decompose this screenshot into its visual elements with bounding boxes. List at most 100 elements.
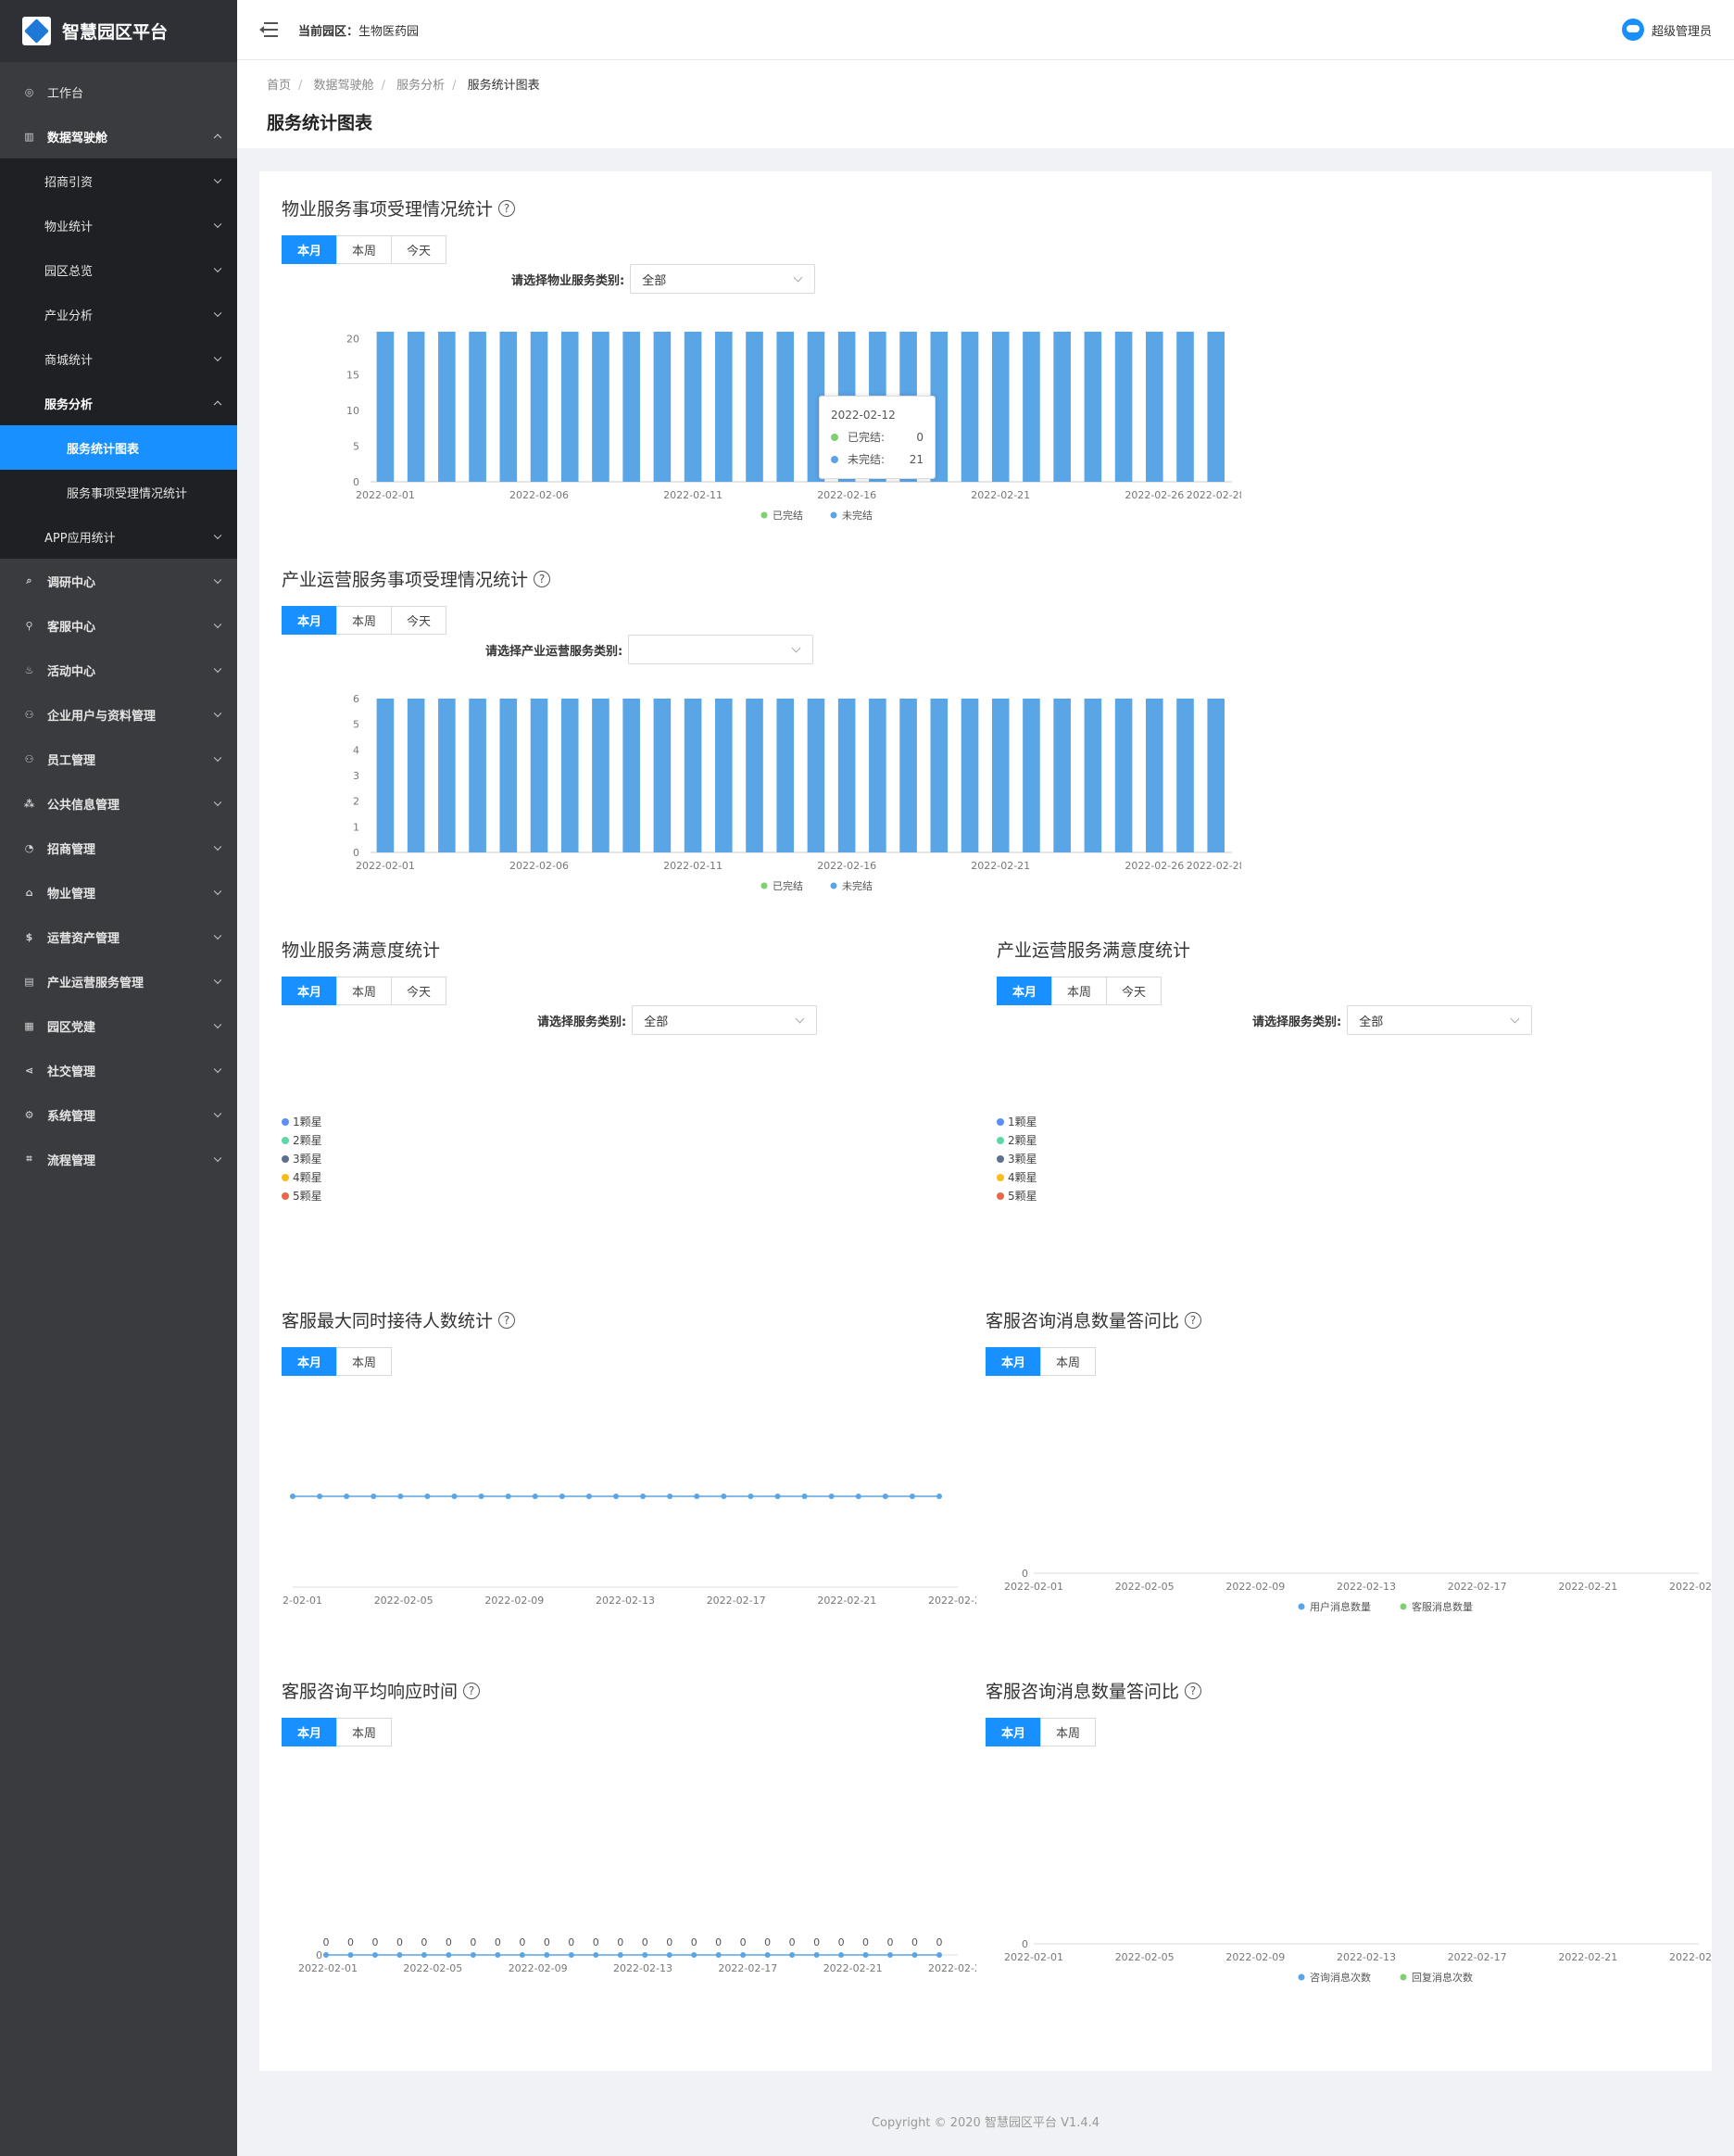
tab-this-month[interactable]: 本月 [282,1347,337,1376]
y-tick-label: 1 [353,821,359,833]
category-filter: 请选择服务类别: 全部 [537,1005,818,1035]
sidebar-item-public-info[interactable]: ⁂ 公共信息管理 [0,781,237,826]
bar [1207,332,1225,482]
tab-this-week[interactable]: 本周 [1051,977,1107,1005]
y-tick-label: 6 [353,693,359,705]
help-icon[interactable]: ? [463,1682,481,1699]
tab-this-week[interactable]: 本周 [336,1347,392,1376]
user-menu[interactable]: 超级管理员 [1621,19,1712,41]
select-value: 全部 [644,1015,669,1029]
legend-item[interactable]: 1颗星 [997,1113,1037,1131]
data-label: 0 [887,1936,894,1948]
help-icon[interactable]: ? [1185,1311,1202,1329]
chart-tooltip: 2022-02-12 已完结: 0 未完结: 21 [819,396,936,479]
sidebar-item-social[interactable]: ⋖ 社交管理 [0,1048,237,1092]
tab-this-month[interactable]: 本月 [997,977,1052,1005]
tab-this-month[interactable]: 本月 [986,1718,1041,1746]
legend-label: 已完结 [773,509,803,522]
tab-this-month[interactable]: 本月 [282,977,337,1005]
legend-item[interactable]: 2颗星 [997,1131,1037,1150]
sidebar-item-service-acceptance[interactable]: 服务事项受理情况统计 [0,470,237,514]
legend-item[interactable]: 3颗星 [282,1150,322,1168]
legend-item[interactable]: 4颗星 [997,1168,1037,1187]
x-tick-label: 2022-02-26 [1125,860,1184,872]
category-select[interactable]: 全部 [1347,1005,1533,1035]
sidebar-item-investment-mgmt[interactable]: ◔ 招商管理 [0,826,237,870]
park-name[interactable]: 生物医药园 [358,25,419,39]
data-point [519,1952,525,1958]
menu-fold-icon[interactable] [259,22,278,37]
tab-this-month[interactable]: 本月 [986,1347,1041,1376]
sidebar-item-system[interactable]: ⚙ 系统管理 [0,1092,237,1137]
tab-this-month[interactable]: 本月 [282,606,337,635]
legend-label: 1颗星 [1008,1116,1037,1128]
sidebar-item-industry-analysis[interactable]: 产业分析 [0,292,237,336]
sidebar-item-service-charts[interactable]: 服务统计图表 [0,425,237,470]
section-title: 客服咨询消息数量答问比 [986,1682,1180,1702]
x-tick-label: 2022-02-13 [1337,1951,1396,1963]
sidebar-item-mall-stats[interactable]: 商城统计 [0,336,237,381]
sidebar-item-industry-service-mgmt[interactable]: ▤ 产业运营服务管理 [0,959,237,1003]
tab-this-month[interactable]: 本月 [282,1718,337,1746]
category-select[interactable]: 全部 [632,1005,818,1035]
sidebar-item-enterprise-users[interactable]: ⚇ 企业用户与资料管理 [0,692,237,737]
category-select[interactable]: 全部 [630,264,816,294]
bar [776,699,795,852]
breadcrumb-item[interactable]: 数据驾驶舱 [314,79,374,93]
period-tabs: 本月 本周 今天 [282,235,1690,264]
tab-today[interactable]: 今天 [391,235,446,264]
sidebar-item-service-analysis[interactable]: 服务分析 [0,381,237,425]
sidebar-item-party-building[interactable]: ▦ 园区党建 [0,1003,237,1048]
sidebar-item-data-cockpit[interactable]: ▥ 数据驾驶舱 [0,114,237,158]
tab-today[interactable]: 今天 [391,606,446,635]
legend-item[interactable]: 5颗星 [997,1187,1037,1205]
legend-label: 4颗星 [293,1171,322,1184]
help-icon[interactable]: ? [1185,1682,1202,1699]
x-tick-label: 2022-02-25 [1669,1581,1712,1593]
app-logo[interactable]: 智慧园区平台 [0,0,237,62]
sidebar-item-workbench[interactable]: ◎ 工作台 [0,69,237,114]
legend-item[interactable]: 4颗星 [282,1168,322,1187]
tab-this-month[interactable]: 本月 [282,235,337,264]
legend-item[interactable]: 1颗星 [282,1113,322,1131]
legend-label: 3颗星 [1008,1153,1037,1166]
x-tick-label: 2022-02-05 [403,1962,462,1974]
help-icon[interactable]: ? [498,1311,516,1329]
sidebar-item-property-stats[interactable]: 物业统计 [0,203,237,247]
tab-today[interactable]: 今天 [1106,977,1162,1005]
help-icon[interactable]: ? [498,199,516,217]
x-tick-label: 2022-02-09 [1225,1951,1285,1963]
tab-this-week[interactable]: 本周 [336,606,392,635]
bar [592,332,609,482]
x-tick-label: 2022-02-01 [1004,1581,1063,1593]
sidebar-item-app-stats[interactable]: APP应用统计 [0,514,237,559]
sidebar-item-label: 公共信息管理 [47,798,120,813]
sidebar-item-customer-service[interactable]: ⚲ 客服中心 [0,603,237,648]
tab-this-week[interactable]: 本周 [336,235,392,264]
tab-this-week[interactable]: 本周 [1040,1718,1096,1746]
tab-this-week[interactable]: 本周 [336,977,392,1005]
sidebar-item-workflow[interactable]: ⌗ 流程管理 [0,1137,237,1181]
help-icon[interactable]: ? [534,570,551,587]
sidebar-item-park-overview[interactable]: 园区总览 [0,247,237,292]
x-tick-label: 2022-02-17 [718,1962,777,1974]
category-select[interactable] [628,635,814,664]
flag-icon: ▦ [24,1019,34,1032]
dollar-icon: $ [25,930,33,943]
breadcrumb-item[interactable]: 首页 [267,79,291,93]
tab-this-week[interactable]: 本周 [1040,1347,1096,1376]
legend-item[interactable]: 5颗星 [282,1187,322,1205]
legend-item[interactable]: 2颗星 [282,1131,322,1150]
breadcrumb-item[interactable]: 服务分析 [396,79,445,93]
tab-this-week[interactable]: 本周 [336,1718,392,1746]
sidebar-item-survey[interactable]: ⌕ 调研中心 [0,559,237,603]
legend-item[interactable]: 3颗星 [997,1150,1037,1168]
sidebar-item-asset-mgmt[interactable]: $ 运营资产管理 [0,914,237,959]
sidebar-item-staff[interactable]: ⚇ 员工管理 [0,737,237,781]
sidebar-item-label: 工作台 [47,86,84,101]
sidebar-item-property-mgmt[interactable]: ⌂ 物业管理 [0,870,237,914]
section-max-concurrent: 客服最大同时接待人数统计? 本月 本周 [282,1307,967,1376]
sidebar-item-activity[interactable]: ♨ 活动中心 [0,648,237,692]
tab-today[interactable]: 今天 [391,977,446,1005]
sidebar-item-investment[interactable]: 招商引资 [0,158,237,203]
